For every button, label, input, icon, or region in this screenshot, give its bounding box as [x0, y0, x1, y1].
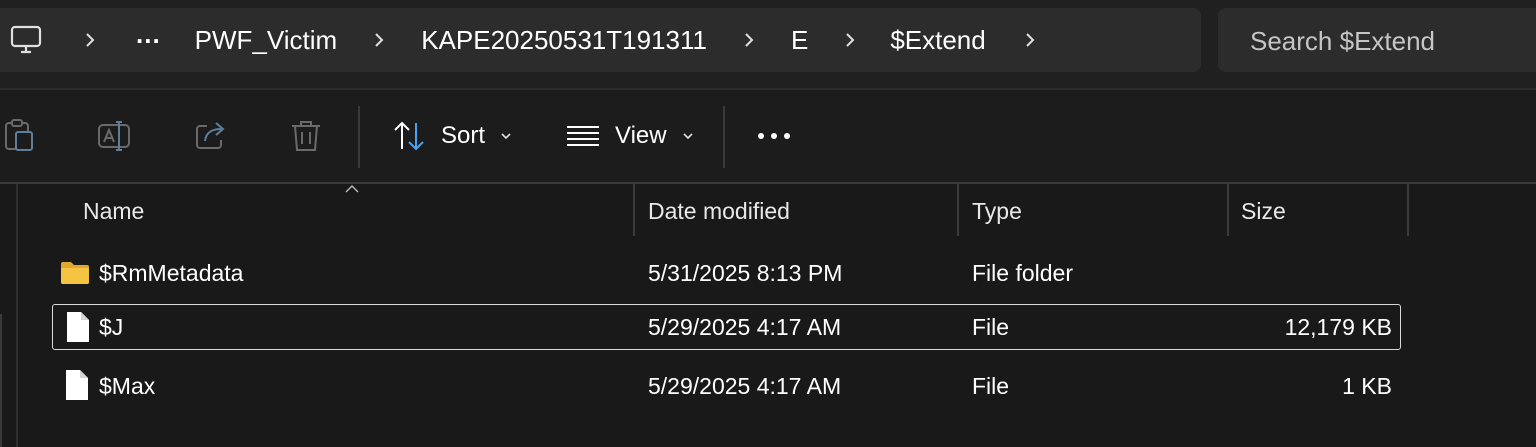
- chevron-right-icon[interactable]: [741, 32, 757, 48]
- view-button[interactable]: View: [566, 112, 695, 160]
- breadcrumb-item-extend[interactable]: $Extend: [890, 25, 985, 56]
- search-input[interactable]: [1248, 8, 1536, 74]
- column-resize-handle[interactable]: [1227, 184, 1229, 236]
- table-row[interactable]: $Max 5/29/2025 4:17 AM File 1 KB: [52, 363, 1401, 409]
- file-type: File: [972, 314, 1010, 340]
- column-header-date[interactable]: Date modified: [648, 198, 790, 225]
- chevron-down-icon: [683, 133, 693, 140]
- search-box[interactable]: [1218, 8, 1536, 74]
- breadcrumb-item-e[interactable]: E: [791, 25, 808, 56]
- sort-label: Sort: [441, 122, 486, 149]
- toolbar-separator: [723, 106, 725, 168]
- breadcrumb-item-kape[interactable]: KAPE20250531T191311: [421, 25, 707, 56]
- sort-icon: [394, 121, 424, 151]
- sort-ascending-icon: [345, 185, 359, 193]
- file-name: $J: [99, 314, 124, 340]
- sort-button[interactable]: Sort: [392, 112, 513, 160]
- file-list-pane: Name Date modified Type Size $RmMetadata…: [0, 184, 1536, 447]
- monitor-icon[interactable]: [10, 24, 42, 56]
- rename-icon[interactable]: [97, 118, 133, 154]
- breadcrumb: ... PWF_Victim KAPE20250531T191311 E $Ex…: [10, 8, 1038, 72]
- chevron-down-icon: [501, 133, 511, 140]
- file-type: File: [972, 373, 1010, 399]
- file-icon: [66, 370, 88, 400]
- view-list-icon: [567, 126, 599, 146]
- chevron-right-icon[interactable]: [82, 32, 98, 48]
- chevron-right-icon[interactable]: [1022, 32, 1038, 48]
- breadcrumb-item-pwf-victim[interactable]: PWF_Victim: [195, 25, 338, 56]
- view-label: View: [615, 122, 667, 149]
- more-icon: [758, 133, 790, 139]
- column-header-type[interactable]: Type: [972, 198, 1022, 225]
- column-header-name[interactable]: Name: [83, 198, 144, 225]
- column-resize-handle[interactable]: [957, 184, 959, 236]
- table-row-selected[interactable]: $J 5/29/2025 4:17 AM File 12,179 KB: [52, 304, 1401, 350]
- file-date: 5/31/2025 8:13 PM: [648, 260, 843, 286]
- breadcrumb-overflow[interactable]: ...: [136, 19, 161, 50]
- column-header-row: Name Date modified Type Size: [0, 184, 1536, 236]
- chevron-right-icon[interactable]: [371, 32, 387, 48]
- share-icon[interactable]: [193, 118, 229, 154]
- folder-icon: [61, 262, 89, 284]
- column-resize-handle[interactable]: [633, 184, 635, 236]
- column-header-size[interactable]: Size: [1241, 198, 1286, 225]
- toolbar-separator: [358, 106, 360, 168]
- file-size: 12,179 KB: [1284, 314, 1392, 340]
- scrollbar[interactable]: [0, 314, 2, 447]
- file-type: File folder: [972, 260, 1073, 286]
- file-date: 5/29/2025 4:17 AM: [648, 373, 842, 399]
- title-bar: ... PWF_Victim KAPE20250531T191311 E $Ex…: [0, 0, 1536, 88]
- file-name: $RmMetadata: [99, 260, 244, 286]
- copy-icon[interactable]: [2, 118, 38, 154]
- command-bar: Sort View: [0, 90, 1536, 182]
- file-date: 5/29/2025 4:17 AM: [648, 314, 842, 340]
- column-resize-handle[interactable]: [1407, 184, 1409, 236]
- more-options-button[interactable]: [756, 112, 792, 160]
- file-name: $Max: [99, 373, 156, 399]
- table-row[interactable]: $RmMetadata 5/31/2025 8:13 PM File folde…: [52, 250, 1401, 296]
- chevron-right-icon[interactable]: [842, 32, 858, 48]
- file-icon: [67, 312, 89, 342]
- file-size: 1 KB: [1342, 373, 1392, 399]
- delete-icon[interactable]: [288, 118, 324, 154]
